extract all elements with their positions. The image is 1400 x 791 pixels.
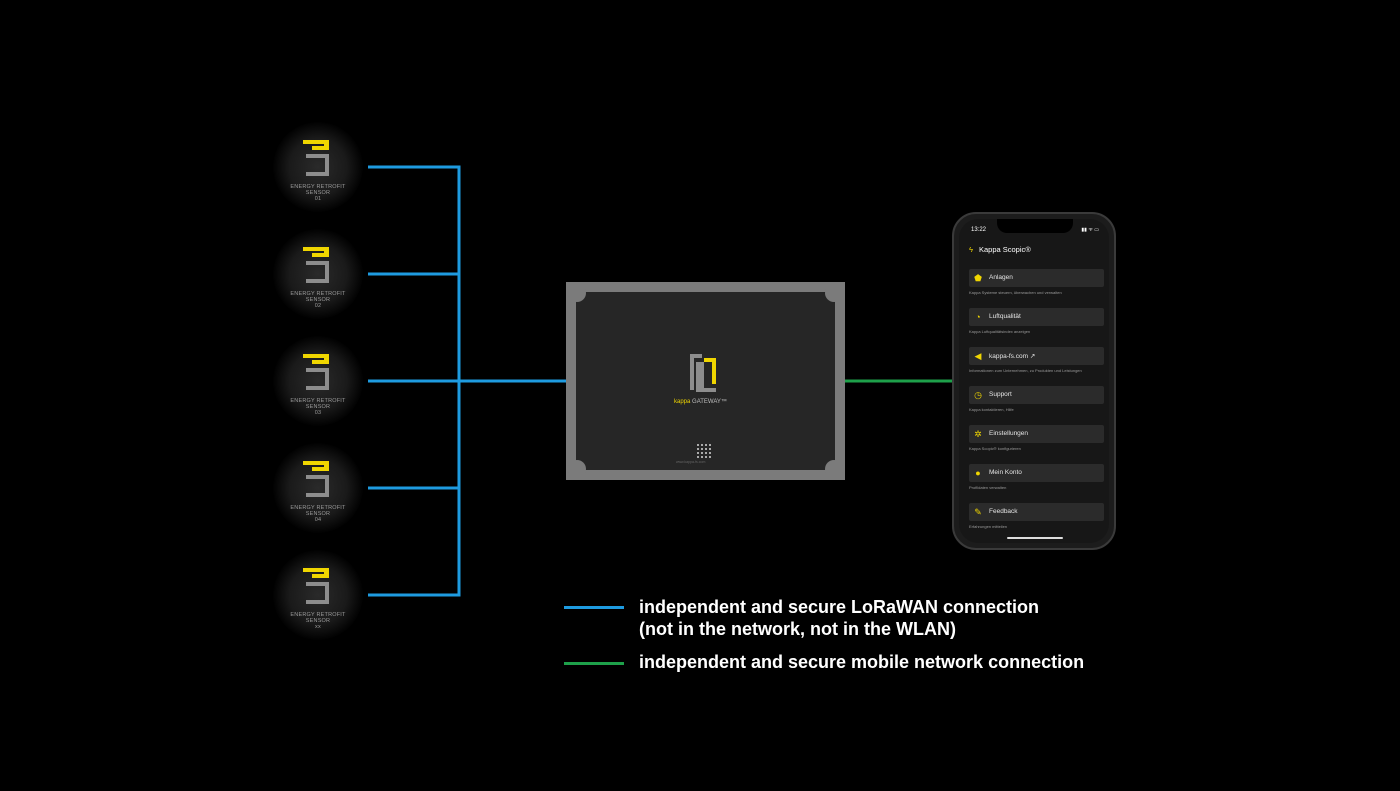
menu-item-label: Support (989, 391, 1012, 398)
sensor-logo-icon (303, 354, 329, 390)
menu-item-support[interactable]: ◷ Support (969, 386, 1104, 404)
legend-lorawan-swatch (564, 606, 624, 609)
menu-item-desc: Kappa Scopic® konfigurieren (969, 446, 1021, 451)
smartphone: 13:22 ▮▮ ᯤ ▭ ϟ Kappa Scopic® ⬟ Anlagen Ka… (952, 212, 1116, 550)
sensor-xx: ENERGY RETROFIT SENSOR xx (273, 550, 363, 640)
menu-item-label: Feedback (989, 508, 1018, 515)
gateway-corner (568, 460, 586, 478)
legend-lorawan-text: independent and secure LoRaWAN connectio… (639, 596, 1039, 640)
menu-item-mein-konto[interactable]: ● Mein Konto (969, 464, 1104, 482)
sensor-03: ENERGY RETROFIT SENSOR 03 (273, 336, 363, 426)
menu-item-desc: Kappa kontaktieren, Hilfe (969, 407, 1014, 412)
app-logo-icon: ϟ (969, 245, 973, 254)
legend-lorawan-line1: independent and secure LoRaWAN connectio… (639, 597, 1040, 617)
gauge-icon: ◔ (975, 312, 981, 322)
menu-item-label: Mein Konto (989, 469, 1022, 476)
app-title: Kappa Scopic® (978, 245, 1031, 254)
sensor-logo-icon (303, 568, 329, 604)
menu-item-einstellungen[interactable]: ✲ Einstellungen (969, 425, 1104, 443)
menu-item-label: kappa-fs.com ↗ (989, 353, 1036, 360)
legend-mobile-swatch (564, 662, 624, 665)
gateway-url: www.kappa-fs.com (676, 460, 706, 464)
sensor-02: ENERGY RETROFIT SENSOR 02 (273, 229, 363, 319)
user-icon: ● (975, 468, 981, 478)
phone-screen: 13:22 ▮▮ ᯤ ▭ ϟ Kappa Scopic® ⬟ Anlagen Ka… (959, 219, 1109, 543)
settings-icon: ✲ (974, 429, 982, 439)
sensor-number: 04 (314, 517, 322, 523)
phone-notch (997, 219, 1073, 233)
menu-item-desc: Informationen zum Unternehmen, zu Produk… (969, 368, 1082, 373)
sensor-number: 02 (314, 303, 322, 309)
lorawan-bus (368, 165, 567, 597)
gateway-corner (825, 284, 843, 302)
pencil-icon: ✎ (974, 507, 982, 517)
gateway-corner (568, 284, 586, 302)
sensor-logo-icon (303, 247, 329, 283)
gateway-label: kappa GATEWAY™ (674, 399, 727, 405)
menu-item-desc: Profildaten verwalten (969, 485, 1007, 490)
sensor-number: xx (315, 624, 321, 630)
sensor-logo-icon (303, 461, 329, 497)
menu-item-anlagen[interactable]: ⬟ Anlagen (969, 269, 1104, 287)
status-time: 13:22 (971, 227, 987, 233)
status-icons: ▮▮ ᯤ ▭ (1081, 227, 1099, 233)
legend-mobile-text: independent and secure mobile network co… (639, 652, 1085, 672)
menu-item-desc: Erfahrungen mitteilen (969, 524, 1008, 529)
gateway-brand: kappa (674, 399, 691, 405)
sensor-number: 01 (314, 196, 322, 202)
menu-item-feedback[interactable]: ✎ Feedback (969, 503, 1104, 521)
menu-item-label: Einstellungen (989, 430, 1029, 437)
gateway-corner (825, 460, 843, 478)
support-icon: ◷ (974, 390, 982, 400)
menu-item-label: Luftqualität (989, 313, 1021, 320)
menu-item-desc: Kappa Luftqualitätsindex anzeigen (969, 329, 1031, 334)
qr-code-icon (697, 442, 713, 458)
gateway-logo-icon (690, 354, 716, 392)
gateway-device: kappa GATEWAY™ www.kappa-fs.com (566, 282, 845, 480)
home-indicator (1007, 537, 1063, 539)
sensor-04: ENERGY RETROFIT SENSOR 04 (273, 443, 363, 533)
legend-lorawan-line2: (not in the network, not in the WLAN) (639, 619, 956, 639)
menu-item-luftqualitaet[interactable]: ◔ Luftqualität (969, 308, 1104, 326)
menu-item-label: Anlagen (989, 274, 1013, 281)
shield-icon: ⬟ (974, 273, 982, 283)
sensor-01: ENERGY RETROFIT SENSOR 01 (273, 122, 363, 212)
gateway-name: GATEWAY™ (692, 399, 727, 405)
sensor-number: 03 (314, 410, 322, 416)
sensor-logo-icon (303, 140, 329, 176)
menu-item-kappa-website[interactable]: ◀ kappa-fs.com ↗ (969, 347, 1104, 365)
app-header: ϟ Kappa Scopic® (969, 245, 1031, 254)
menu-item-desc: Kappa Systeme steuern, überwachen und ve… (969, 290, 1062, 295)
kappa-logo-icon: ◀ (974, 351, 982, 361)
